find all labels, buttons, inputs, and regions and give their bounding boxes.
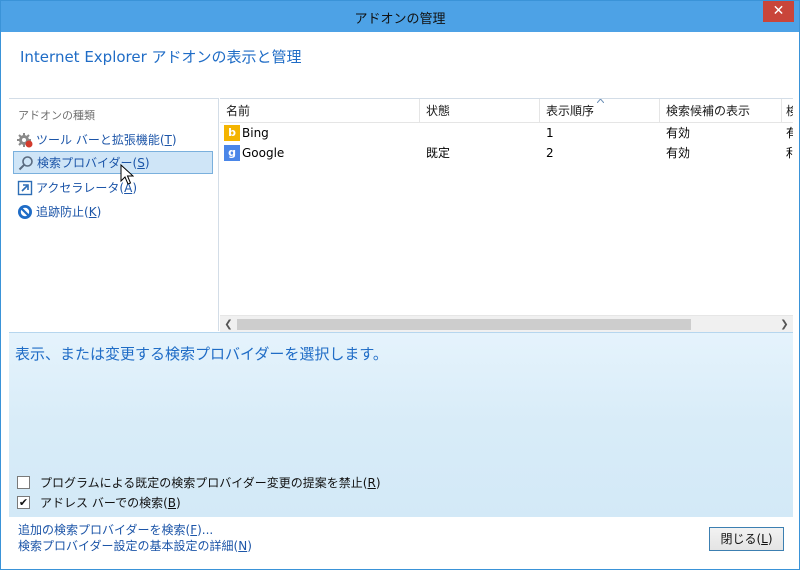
sort-ascending-icon [597, 99, 604, 103]
header-title: Internet Explorer アドオンの表示と管理 [20, 48, 302, 66]
provider-suggestions: 有効 [666, 146, 691, 160]
column-header-name[interactable]: 名前 [220, 99, 420, 123]
access-key: L [761, 532, 768, 546]
access-key: S [137, 155, 145, 170]
details-pane: 表示、または変更する検索プロバイダーを選択します。 プログラムによる既定の検索プ… [9, 332, 793, 517]
provider-status: 既定 [426, 146, 451, 160]
link-label: 検索プロバイダー設定の基本設定の詳細( [18, 539, 239, 553]
table-row[interactable]: g Google 既定 2 有効 利 [220, 143, 793, 163]
provider-status [420, 123, 540, 143]
provider-suggestions: 有効 [666, 126, 691, 140]
sidebar-item-accelerators[interactable]: アクセラレータ(A) [13, 176, 213, 199]
title-bar[interactable]: アドオンの管理 ✕ [1, 1, 799, 32]
access-key-tail: ) [144, 155, 150, 170]
footer: 追加の検索プロバイダーを検索(F)... 検索プロバイダー設定の基本設定の詳細(… [9, 517, 793, 563]
addon-types-label: アドオンの種類 [18, 109, 95, 122]
window-title: アドオンの管理 [354, 12, 446, 27]
horizontal-scrollbar[interactable]: ❮ ❯ [220, 315, 793, 332]
scrollbar-thumb[interactable] [237, 319, 691, 330]
access-key: T [164, 132, 172, 147]
details-message: 表示、または変更する検索プロバイダーを選択します。 [15, 345, 388, 363]
access-key: R [367, 475, 376, 490]
search-icon [18, 155, 34, 171]
scroll-left-icon[interactable]: ❮ [220, 316, 237, 333]
access-key-tail: ) [375, 475, 381, 490]
access-key-tail: ) [767, 532, 773, 546]
gear-icon [17, 132, 33, 148]
provider-name-cell: b Bing [220, 123, 420, 143]
column-header-suggestions[interactable]: 検索候補の表示 [660, 99, 782, 123]
access-key-tail: ) [171, 132, 177, 147]
access-key-tail: ) [96, 204, 102, 219]
google-icon: g [224, 145, 240, 161]
close-window-button[interactable]: ✕ [763, 1, 794, 22]
access-key-tail: )... [197, 523, 214, 537]
provider-order: 2 [546, 146, 554, 160]
close-icon: ✕ [772, 3, 785, 19]
bing-icon: b [224, 125, 240, 141]
addon-types-pane: アドオンの種類 ツール バーと拡張機能(T) 検索プロバイダー(S) アクセラレ… [9, 98, 219, 331]
column-header-more[interactable]: 検 [782, 99, 793, 123]
block-default-change-checkbox[interactable]: プログラムによる既定の検索プロバイダー変更の提案を禁止(R) [17, 474, 381, 491]
close-button[interactable]: 閉じる(L) [709, 527, 784, 551]
sidebar-item-label: ツール バーと拡張機能( [36, 133, 165, 147]
address-bar-search-checkbox[interactable]: ✔ アドレス バーでの検索(B) [17, 494, 181, 511]
sidebar-item-label: アクセラレータ( [36, 181, 125, 195]
table-header: 名前 状態 表示順序 検索候補の表示 検 [220, 99, 793, 123]
access-key: K [88, 204, 97, 219]
checkbox-box[interactable]: ✔ [17, 496, 30, 509]
provider-order: 1 [546, 126, 554, 140]
button-label: 閉じる( [720, 532, 762, 546]
add-ons-manager-window: アドオンの管理 ✕ Internet Explorer アドオンの表示と管理 ア… [0, 0, 800, 570]
checkbox-label: アドレス バーでの検索( [40, 496, 168, 510]
access-key: B [167, 495, 177, 510]
provider-more: 利 [786, 146, 793, 160]
find-more-providers-link[interactable]: 追加の検索プロバイダーを検索(F)... [18, 521, 213, 538]
scroll-right-icon[interactable]: ❯ [776, 316, 793, 333]
provider-name: Bing [242, 126, 269, 140]
sidebar-item-label: 追跡防止( [36, 205, 89, 219]
provider-name: Google [242, 146, 285, 160]
access-key-tail: ) [176, 495, 181, 510]
link-label: 追加の検索プロバイダーを検索( [18, 523, 191, 537]
search-providers-list: 名前 状態 表示順序 検索候補の表示 検 b Bing 1 有効 有 g Goo… [220, 98, 793, 331]
table-row[interactable]: b Bing 1 有効 有 [220, 123, 793, 143]
provider-name-cell: g Google [220, 143, 420, 163]
provider-more: 有 [786, 126, 793, 140]
access-key: N [238, 539, 248, 553]
sidebar-item-search-providers[interactable]: 検索プロバイダー(S) [13, 151, 213, 174]
header-banner: Internet Explorer アドオンの表示と管理 [9, 32, 793, 98]
sidebar-item-toolbars-extensions[interactable]: ツール バーと拡張機能(T) [13, 128, 213, 151]
checkbox-box[interactable] [17, 476, 30, 489]
mouse-cursor-icon [120, 164, 134, 185]
accelerator-icon [17, 180, 33, 196]
provider-settings-details-link[interactable]: 検索プロバイダー設定の基本設定の詳細(N) [18, 537, 252, 554]
access-key-tail: ) [247, 539, 252, 553]
tracking-protection-icon [17, 204, 33, 220]
sidebar-item-tracking-protection[interactable]: 追跡防止(K) [13, 200, 213, 223]
checkbox-label: プログラムによる既定の検索プロバイダー変更の提案を禁止( [40, 476, 368, 490]
column-header-status[interactable]: 状態 [420, 99, 540, 123]
